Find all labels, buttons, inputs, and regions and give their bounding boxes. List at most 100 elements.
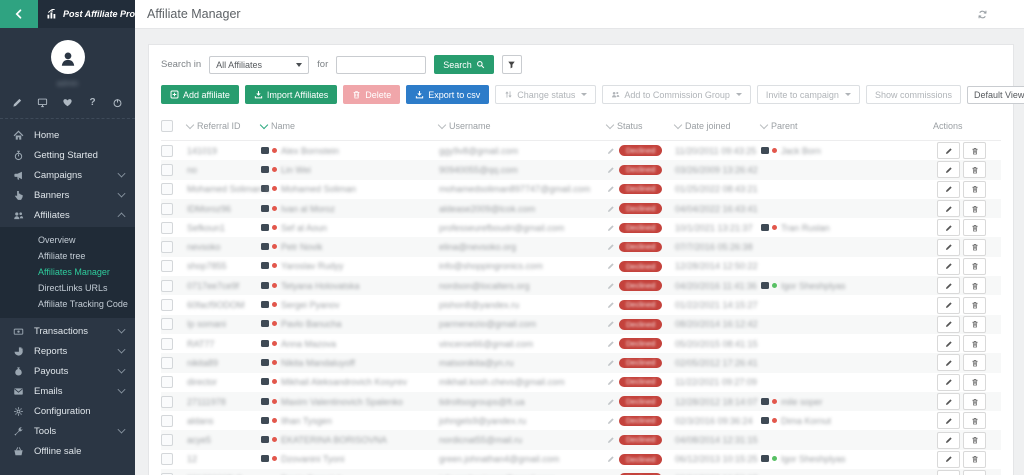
row-checkbox[interactable] xyxy=(161,280,173,292)
sidebar-item-payouts[interactable]: Payouts xyxy=(0,361,135,381)
affiliate-name[interactable]: Sergei Pyanov xyxy=(281,300,340,310)
delete-button[interactable]: Delete xyxy=(343,85,400,104)
sidebar-item-emails[interactable]: Emails xyxy=(0,381,135,401)
edit-row-button[interactable] xyxy=(937,161,960,178)
help-icon[interactable]: ? xyxy=(87,97,98,108)
edit-status-icon[interactable] xyxy=(607,205,615,213)
header-username[interactable]: Username xyxy=(439,121,607,131)
edit-row-button[interactable] xyxy=(937,258,960,275)
affiliate-name[interactable]: Dzovanini Tyoni xyxy=(281,454,344,464)
edit-row-button[interactable] xyxy=(937,374,960,391)
edit-status-icon[interactable] xyxy=(607,378,615,386)
affiliate-name[interactable]: Ilhan Tysgen xyxy=(281,416,332,426)
edit-status-icon[interactable] xyxy=(607,147,615,155)
delete-row-button[interactable] xyxy=(963,451,986,468)
row-checkbox[interactable] xyxy=(161,299,173,311)
edit-status-icon[interactable] xyxy=(607,417,615,425)
row-checkbox[interactable] xyxy=(161,222,173,234)
parent-name[interactable]: Tran Ruslan xyxy=(781,223,830,233)
add-to-commission-group-button[interactable]: Add to Commission Group xyxy=(602,85,751,104)
change-status-button[interactable]: Change status xyxy=(495,85,596,104)
parent-name[interactable]: Igor Sheshplyas xyxy=(781,454,846,464)
filter-button[interactable] xyxy=(502,55,522,74)
edit-profile-icon[interactable] xyxy=(12,97,23,108)
delete-row-button[interactable] xyxy=(963,374,986,391)
edit-status-icon[interactable] xyxy=(607,359,615,367)
sidebar-item-reports[interactable]: Reports xyxy=(0,341,135,361)
row-checkbox[interactable] xyxy=(161,434,173,446)
delete-row-button[interactable] xyxy=(963,335,986,352)
avatar[interactable] xyxy=(51,40,85,74)
import-affiliates-button[interactable]: Import Affiliates xyxy=(245,85,337,104)
affiliate-name[interactable]: Maxim Valentinovich Spalenko xyxy=(281,397,403,407)
row-checkbox[interactable] xyxy=(161,396,173,408)
sidebar-item-configuration[interactable]: Configuration xyxy=(0,401,135,421)
header-status[interactable]: Status xyxy=(607,121,675,131)
edit-status-icon[interactable] xyxy=(607,398,615,406)
edit-row-button[interactable] xyxy=(937,470,960,475)
affiliate-name[interactable]: Mikhail Aleksandrovich Kosyrev xyxy=(281,377,407,387)
invite-to-campaign-button[interactable]: Invite to campaign xyxy=(757,85,860,104)
export-csv-button[interactable]: Export to csv xyxy=(406,85,489,104)
edit-status-icon[interactable] xyxy=(607,340,615,348)
affiliate-name[interactable]: Petr Novik xyxy=(281,242,323,252)
row-checkbox[interactable] xyxy=(161,183,173,195)
sidebar-subitem-affiliates-manager[interactable]: Affiliates Manager xyxy=(0,264,135,280)
edit-row-button[interactable] xyxy=(937,219,960,236)
sidebar-item-tools[interactable]: Tools xyxy=(0,421,135,441)
delete-row-button[interactable] xyxy=(963,219,986,236)
edit-status-icon[interactable] xyxy=(607,262,615,270)
add-affiliate-button[interactable]: Add affiliate xyxy=(161,85,239,104)
delete-row-button[interactable] xyxy=(963,142,986,159)
sidebar-subitem-affiliate-tree[interactable]: Affiliate tree xyxy=(0,248,135,264)
parent-name[interactable]: Jack Born xyxy=(781,146,821,156)
affiliate-name[interactable]: Yaroslav Rudyy xyxy=(281,261,343,271)
search-scope-select[interactable]: All Affiliates xyxy=(209,56,309,74)
edit-status-icon[interactable] xyxy=(607,436,615,444)
affiliate-name[interactable]: Alex Bornstein xyxy=(281,146,339,156)
parent-name[interactable]: Dima Kornut xyxy=(781,416,831,426)
sidebar-subitem-directlinks-urls[interactable]: DirectLinks URLs xyxy=(0,280,135,296)
affiliate-name[interactable]: Nikita Mandaluyoff xyxy=(281,358,355,368)
edit-row-button[interactable] xyxy=(937,297,960,314)
affiliate-name[interactable]: Tetyana Holovatska xyxy=(281,281,360,291)
refresh-icon[interactable] xyxy=(977,9,988,20)
delete-row-button[interactable] xyxy=(963,354,986,371)
edit-row-button[interactable] xyxy=(937,142,960,159)
edit-row-button[interactable] xyxy=(937,412,960,429)
delete-row-button[interactable] xyxy=(963,200,986,217)
row-checkbox[interactable] xyxy=(161,260,173,272)
edit-row-button[interactable] xyxy=(937,335,960,352)
parent-name[interactable]: Igor Sheshplyas xyxy=(781,281,846,291)
row-checkbox[interactable] xyxy=(161,453,173,465)
affiliate-name[interactable]: EKATERINA BORISOVNA xyxy=(281,435,387,445)
delete-row-button[interactable] xyxy=(963,297,986,314)
delete-row-button[interactable] xyxy=(963,239,986,256)
header-name[interactable]: Name xyxy=(261,121,439,131)
edit-status-icon[interactable] xyxy=(607,282,615,290)
edit-status-icon[interactable] xyxy=(607,185,615,193)
edit-row-button[interactable] xyxy=(937,432,960,449)
sidebar-item-campaigns[interactable]: Campaigns xyxy=(0,165,135,185)
row-checkbox[interactable] xyxy=(161,338,173,350)
logout-icon[interactable] xyxy=(112,97,123,108)
show-commissions-button[interactable]: Show commissions xyxy=(866,85,961,104)
delete-row-button[interactable] xyxy=(963,412,986,429)
edit-row-button[interactable] xyxy=(937,277,960,294)
edit-status-icon[interactable] xyxy=(607,301,615,309)
affiliate-name[interactable]: Anna Mazova xyxy=(281,339,336,349)
row-checkbox[interactable] xyxy=(161,376,173,388)
search-input[interactable] xyxy=(336,56,426,74)
collapse-sidebar-button[interactable] xyxy=(0,0,38,28)
edit-row-button[interactable] xyxy=(937,393,960,410)
affiliate-name[interactable]: Ivan al Moroz xyxy=(281,204,335,214)
row-checkbox[interactable] xyxy=(161,145,173,157)
edit-status-icon[interactable] xyxy=(607,166,615,174)
sidebar-item-banners[interactable]: Banners xyxy=(0,185,135,205)
row-checkbox[interactable] xyxy=(161,357,173,369)
parent-name[interactable]: mile soper xyxy=(781,397,823,407)
sidebar-subitem-affiliate-tracking-code[interactable]: Affiliate Tracking Code xyxy=(0,296,135,312)
delete-row-button[interactable] xyxy=(963,393,986,410)
row-checkbox[interactable] xyxy=(161,203,173,215)
affiliate-name[interactable]: Mohamed Soliman xyxy=(281,184,356,194)
